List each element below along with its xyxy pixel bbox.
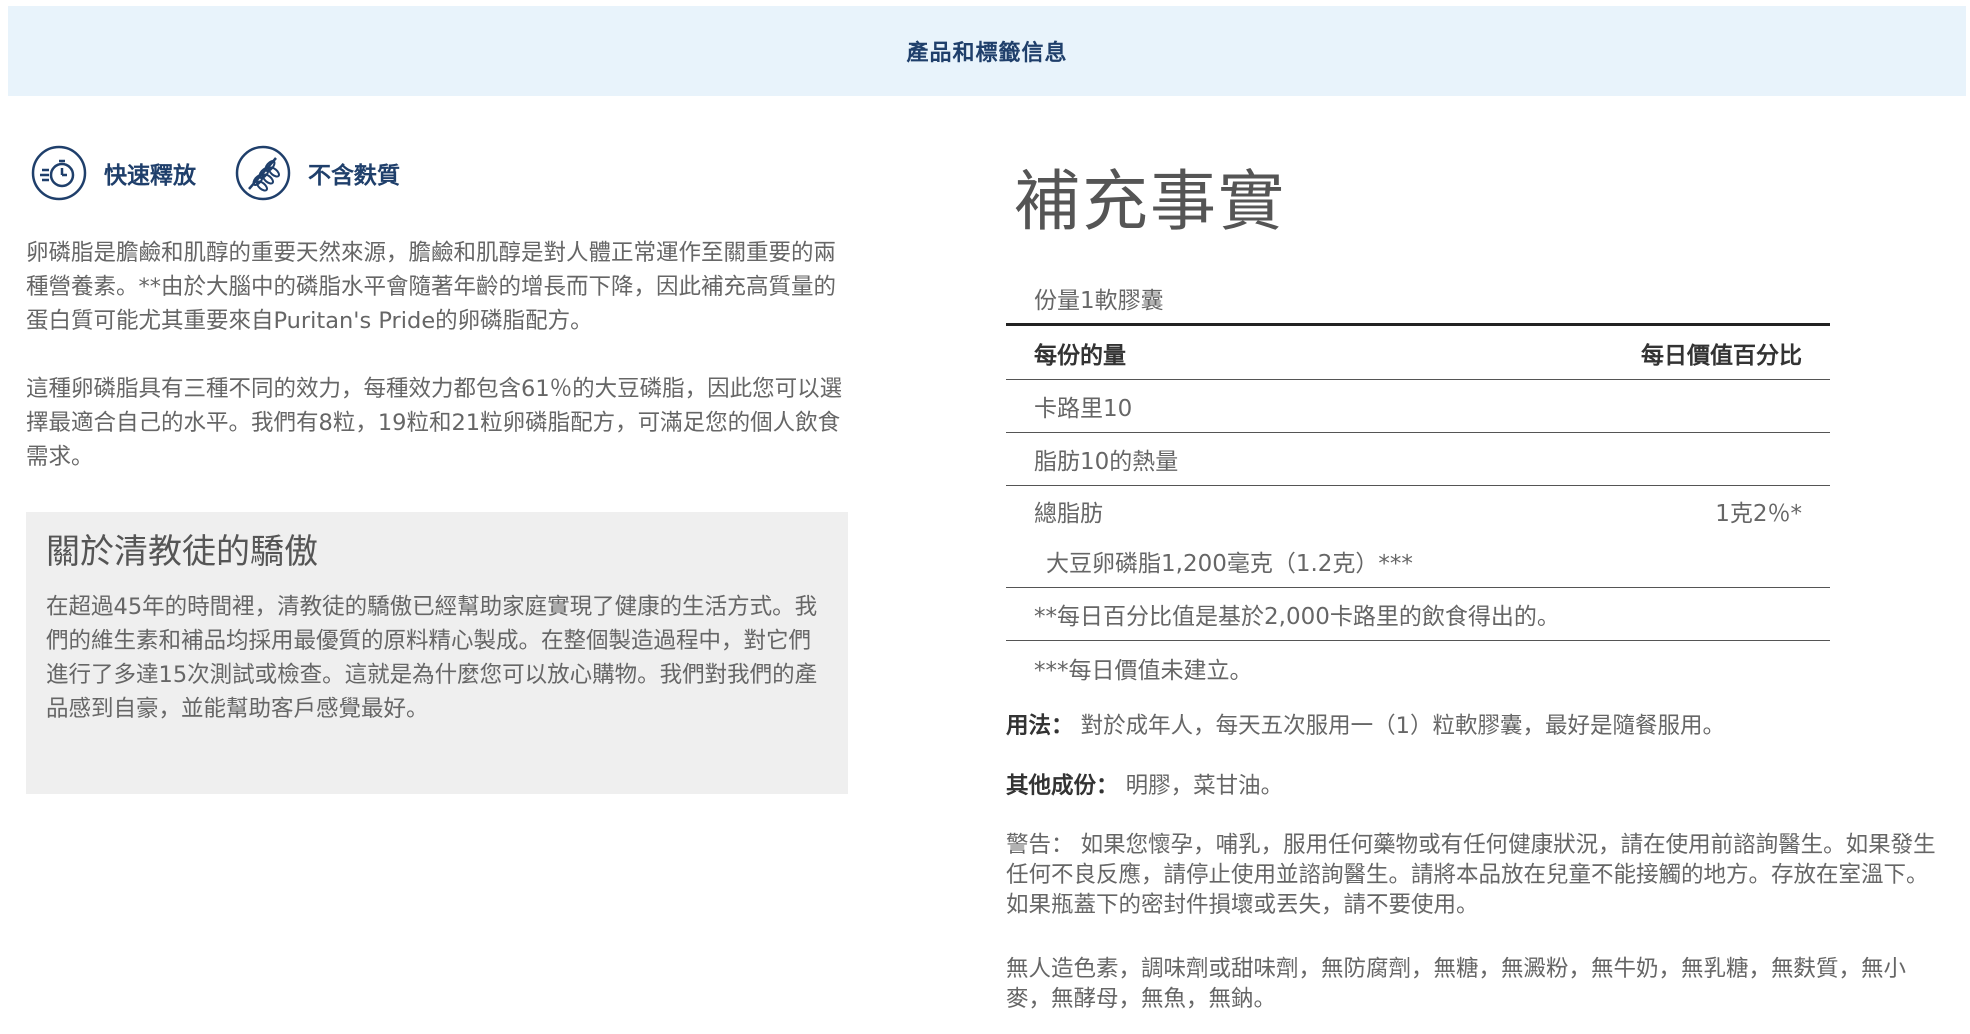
facts-row-total-fat: 總脂肪 1克2％* [1006,486,1830,535]
feature-badges: 快速釋放 不含麩質 [30,144,438,202]
intro-paragraph-2: 這種卵磷脂具有三種不同的效力，每種效力都包含61％的大豆磷脂，因此您可以選擇最適… [26,376,843,470]
other-ingredients-info: 其他成份： 明膠，菜甘油。 [1006,770,1283,802]
facts-row-header: 每份的量 每日價值百分比 [1006,326,1830,380]
facts-row-footnote-1: **每日百分比值是基於2,000卡路里的飲食得出的。 [1006,588,1830,641]
section-header: 產品和標籤信息 [8,6,1966,96]
badge-quick-release: 快速釋放 [30,144,196,202]
supplement-facts-title: 補充事實 [1014,163,1286,240]
facts-row-footnote-2: ***每日價值未建立。 [1006,641,1830,694]
usage-label: 用法： [1006,713,1074,739]
footnote-2: ***每日價值未建立。 [1034,657,1253,684]
other-label: 其他成份： [1006,773,1119,799]
badge-label: 快速釋放 [104,163,196,189]
other-text: 明膠，菜甘油。 [1118,773,1284,799]
header-daily-value: 每日價值百分比 [1641,342,1802,369]
intro-paragraph-1: 卵磷脂是膽鹼和肌醇的重要天然來源，膽鹼和肌醇是對人體正常運作至關重要的兩種營養素… [26,240,837,334]
header-amount: 每份的量 [1034,342,1126,369]
stopwatch-icon [31,145,87,201]
facts-row-calories: 卡路里10 [1006,380,1830,433]
wheat-free-icon [235,145,291,201]
facts-row-fat-calories: 脂肪10的熱量 [1006,433,1830,486]
total-fat-value: 1克2％* [1715,500,1802,527]
supplement-facts-table: 份量1軟膠囊 每份的量 每日價值百分比 卡路里10 脂肪10的熱量 總脂肪 1克… [1006,272,1830,694]
badge-gluten-free: 不含麩質 [234,144,400,202]
about-title: 關於清教徒的驕傲 [46,532,318,572]
usage-text: 對於成年人，每天五次服用一（1）粒軟膠囊，最好是隨餐服用。 [1073,713,1725,739]
about-body: 在超過45年的時間裡，清教徒的驕傲已經幫助家庭實現了健康的生活方式。我們的維生素… [46,594,818,722]
fat-calories: 脂肪10的熱量 [1034,449,1179,475]
calories: 卡路里10 [1034,396,1133,422]
facts-row-serving: 份量1軟膠囊 [1006,272,1830,326]
total-fat-label: 總脂肪 [1034,500,1103,527]
soy-lecithin: 大豆卵磷脂1,200毫克（1.2克）*** [1046,551,1413,577]
about-panel: 關於清教徒的驕傲 在超過45年的時間裡，清教徒的驕傲已經幫助家庭實現了健康的生活… [26,512,848,794]
section-header-title: 產品和標籤信息 [906,41,1068,66]
warning-text: 警告： 如果您懷孕，哺乳，服用任何藥物或有任何健康狀況，請在使用前諮詢醫生。如果… [1006,832,1936,918]
usage-info: 用法： 對於成年人，每天五次服用一（1）粒軟膠囊，最好是隨餐服用。 [1006,710,1725,742]
badge-label: 不含麩質 [308,163,400,189]
facts-row-soy-lecithin: 大豆卵磷脂1,200毫克（1.2克）*** [1006,535,1830,588]
footnote-1: **每日百分比值是基於2,000卡路里的飲食得出的。 [1034,604,1560,630]
serving-size: 份量1軟膠囊 [1034,287,1164,314]
free-from-text: 無人造色素，調味劑或甜味劑，無防腐劑，無糖，無澱粉，無牛奶，無乳糖，無麩質，無小… [1006,956,1907,1012]
